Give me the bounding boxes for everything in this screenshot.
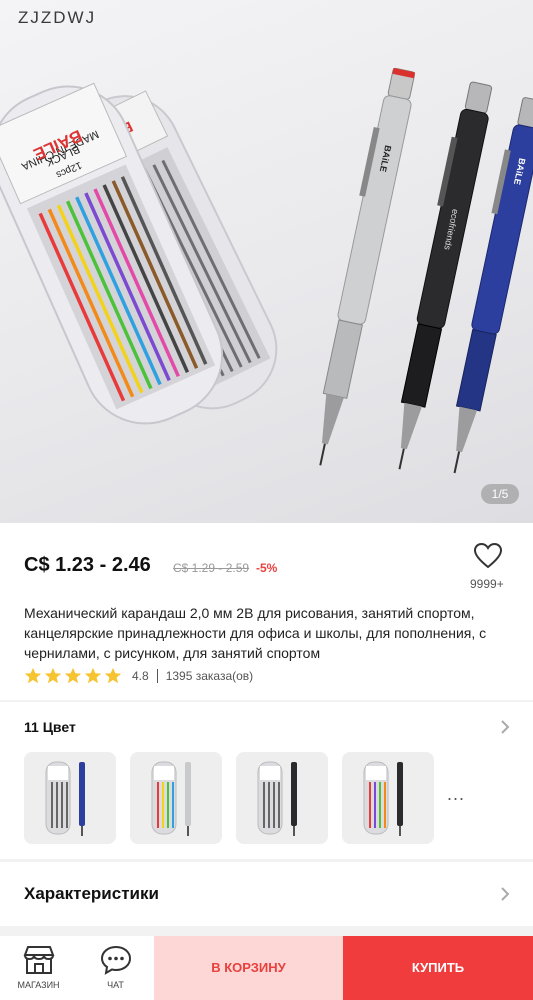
star-icon xyxy=(44,667,62,684)
color-thumb-silver xyxy=(151,761,191,836)
color-option-blue[interactable] xyxy=(24,752,116,844)
chat-label: ЧАТ xyxy=(107,980,124,990)
specifications-row[interactable]: Характеристики xyxy=(0,862,533,926)
chat-icon xyxy=(100,945,132,975)
specifications-title: Характеристики xyxy=(24,884,159,903)
product-photo: BAiLE MADE IN CHINA BAiLE BLACK 12pc xyxy=(0,67,533,474)
product-title: Механический карандаш 2,0 мм 2B для рисо… xyxy=(24,605,487,661)
price-old: C$ 1.29 - 2.59 xyxy=(173,561,250,575)
color-option-silver[interactable] xyxy=(130,752,222,844)
orders-count: 1395 заказа(ов) xyxy=(165,669,254,683)
chat-button[interactable]: ЧАТ xyxy=(77,936,154,1000)
color-thumb-black xyxy=(257,761,297,836)
discount-badge: -5% xyxy=(256,561,278,575)
more-colors-button[interactable]: ... xyxy=(447,784,465,805)
chevron-right-icon[interactable] xyxy=(500,719,510,735)
star-icon xyxy=(24,667,42,684)
divider xyxy=(156,669,158,683)
rating-row[interactable]: 4.8 1395 заказа(ов) xyxy=(24,666,253,686)
star-icon xyxy=(104,667,122,684)
add-to-cart-button[interactable]: В КОРЗИНУ xyxy=(154,936,343,1000)
product-image-gallery[interactable]: BAiLE MADE IN CHINA BAiLE BLACK 12pc xyxy=(0,0,533,523)
store-button[interactable]: МАГАЗИН xyxy=(0,936,77,1000)
star-icon xyxy=(84,667,102,684)
bottom-action-bar: МАГАЗИН ЧАТ В КОРЗИНУ КУПИТЬ xyxy=(0,936,533,1000)
store-icon xyxy=(23,946,55,974)
rating-value: 4.8 xyxy=(132,669,149,683)
price-current: C$ 1.23 - 2.46 xyxy=(24,554,151,576)
price-card: C$ 1.23 - 2.46 C$ 1.29 - 2.59 -5% 9999+ … xyxy=(0,523,533,700)
wishlist-count: 9999+ xyxy=(470,577,504,591)
pencil-silver: BAiLE xyxy=(319,67,416,466)
image-counter: 1/5 xyxy=(481,484,519,504)
color-thumb-black-color xyxy=(363,761,403,836)
color-selector: 11 Цвет ... xyxy=(0,702,533,859)
color-option-black[interactable] xyxy=(236,752,328,844)
color-option-black-color[interactable] xyxy=(342,752,434,844)
chevron-right-icon xyxy=(501,887,510,901)
heart-icon[interactable] xyxy=(474,543,502,569)
store-name-watermark: ZJZDWJ xyxy=(18,8,97,27)
star-icon xyxy=(64,667,82,684)
store-label: МАГАЗИН xyxy=(17,980,60,990)
buy-now-button[interactable]: КУПИТЬ xyxy=(343,936,533,1000)
color-thumb-blue xyxy=(45,761,85,836)
color-section-title[interactable]: 11 Цвет xyxy=(24,719,76,735)
